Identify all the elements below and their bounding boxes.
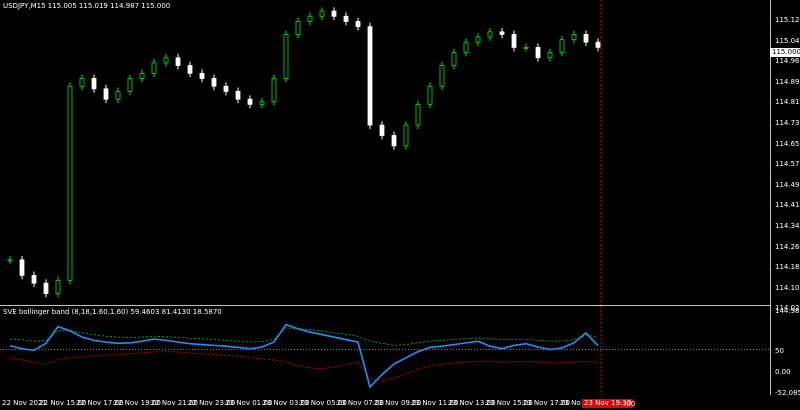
candle	[571, 30, 577, 44]
candle	[115, 87, 121, 104]
candle	[55, 276, 61, 298]
lower-band-line	[9, 351, 599, 382]
candle	[235, 87, 241, 104]
candle	[535, 43, 541, 62]
candle	[403, 121, 409, 150]
current-price-tag: 115.000	[770, 48, 800, 57]
candle	[175, 53, 181, 70]
candle	[79, 74, 85, 91]
candle	[511, 30, 517, 52]
price-axis-label: 114.810	[775, 98, 800, 107]
candle	[499, 27, 505, 39]
price-axis-label: 114.340	[775, 222, 800, 230]
candle	[271, 74, 277, 106]
candle	[487, 27, 493, 41]
candle	[319, 7, 325, 21]
indicator-chart[interactable]	[0, 306, 770, 395]
price-axis-border	[770, 0, 771, 395]
price-axis-label: 114.260	[775, 242, 800, 251]
price-chart[interactable]	[0, 0, 770, 305]
candle	[367, 22, 373, 129]
price-axis-label: 114.180	[775, 263, 800, 272]
candle	[343, 12, 349, 26]
candle	[283, 30, 289, 83]
price-axis-label: 114.495	[775, 180, 800, 189]
candle	[223, 82, 229, 96]
candle	[595, 38, 601, 52]
candle	[187, 61, 193, 78]
indicator-axis-label: 50	[775, 347, 784, 355]
candle	[463, 38, 469, 57]
candle	[583, 30, 589, 47]
candle	[19, 255, 25, 280]
price-axis-label: 114.650	[775, 139, 800, 148]
candle	[7, 255, 13, 264]
candle	[43, 279, 49, 298]
candle	[199, 69, 205, 83]
price-axis-label: 114.890	[775, 77, 800, 86]
pane-separator[interactable]	[0, 305, 770, 306]
candle	[475, 33, 481, 47]
candle	[139, 69, 145, 83]
candle	[427, 82, 433, 109]
crosshair-time-suffix: :00	[624, 400, 636, 408]
candle	[331, 7, 337, 21]
symbol-header: USDJPY,M15 115.005 115.019 114.987 115.0…	[3, 2, 171, 10]
candle	[151, 59, 157, 78]
candle	[559, 35, 565, 57]
candle	[439, 61, 445, 91]
price-axis-label: 114.415	[775, 201, 800, 210]
time-axis: 22 Nov 2021 22 Nov 15:00 22 Nov 17:00 22 No…	[0, 395, 800, 410]
indicator-header: SVE bollinger band (8,18,1.60,1.60) 59.4…	[3, 308, 222, 316]
price-axis-label: 114.965	[775, 57, 800, 66]
candle	[247, 95, 253, 109]
time-axis-label: 23 No	[560, 399, 581, 407]
candle	[355, 17, 361, 31]
candle	[259, 97, 265, 109]
candle	[451, 48, 457, 70]
price-axis-label: 114.100	[775, 283, 800, 292]
candle	[127, 74, 133, 96]
candle	[391, 131, 397, 150]
candle	[211, 74, 217, 91]
candle	[307, 12, 313, 26]
price-axis-label: 115.125	[775, 16, 800, 24]
candle	[523, 43, 529, 52]
candle	[295, 17, 301, 39]
indicator-axis-label: 144.9853	[775, 307, 800, 315]
candle	[163, 53, 169, 67]
price-axis-label: 115.045	[775, 36, 800, 45]
candle	[547, 48, 553, 62]
price-axis-label: 114.575	[775, 160, 800, 169]
candle	[103, 84, 109, 104]
candle	[31, 271, 37, 288]
price-axis-label: 114.730	[775, 119, 800, 127]
indicator-axis-label: 0.00	[775, 368, 791, 376]
candle	[415, 100, 421, 129]
candle	[91, 74, 97, 93]
candle	[379, 121, 385, 140]
candle	[67, 82, 73, 285]
